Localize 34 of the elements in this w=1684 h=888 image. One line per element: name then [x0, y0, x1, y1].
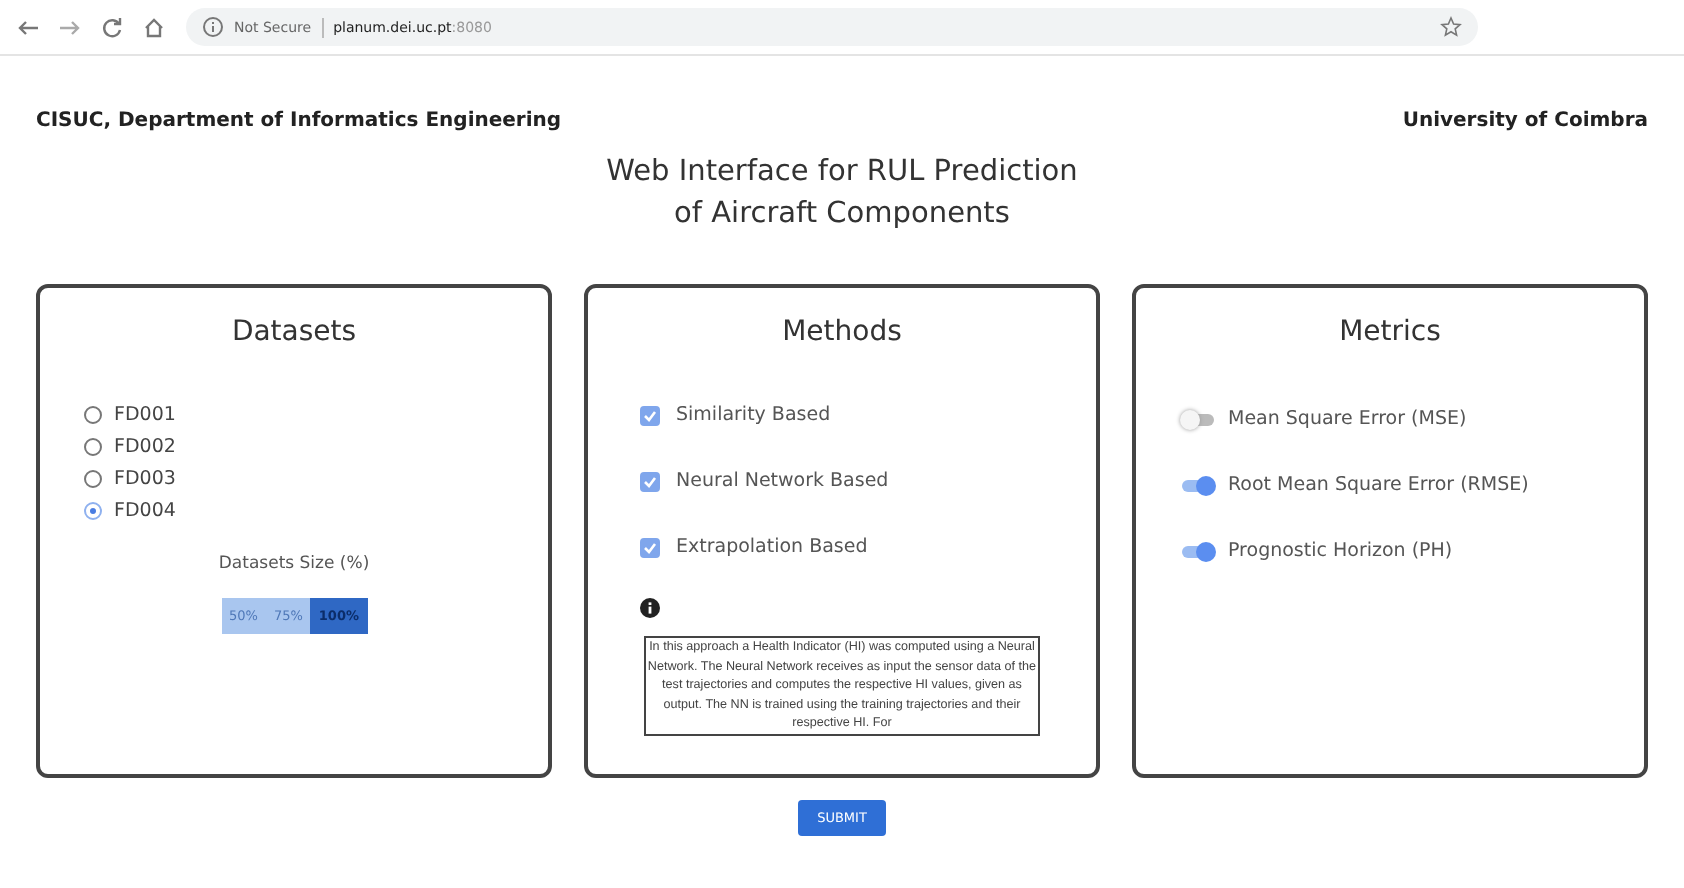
toggle-label: Prognostic Horizon (PH): [1228, 540, 1453, 562]
checkbox[interactable]: [640, 471, 660, 491]
toggle-switch[interactable]: [1180, 475, 1216, 495]
radio-button[interactable]: [84, 438, 102, 456]
star-icon[interactable]: [1440, 16, 1462, 38]
card-title: Methods: [780, 316, 904, 348]
card-title: Metrics: [1337, 316, 1443, 348]
checkbox-label: Neural Network Based: [676, 470, 889, 492]
radio-label: FD002: [114, 436, 176, 458]
organization-label: CISUC, Department of Informatics Engineering: [36, 110, 562, 132]
radio-label: FD001: [114, 404, 176, 426]
radio-button[interactable]: [84, 470, 102, 488]
checkbox[interactable]: [640, 405, 660, 425]
radio-button[interactable]: [84, 502, 102, 520]
radio-label: FD004: [114, 500, 176, 522]
radio-label: FD003: [114, 468, 176, 490]
toggle-label: Root Mean Square Error (RMSE): [1228, 474, 1529, 496]
home-icon[interactable]: [142, 15, 166, 39]
forward-icon[interactable]: [58, 15, 82, 39]
toggle-switch[interactable]: [1180, 541, 1216, 561]
info-icon: [202, 16, 224, 38]
size-label: Datasets Size (%): [216, 554, 372, 574]
checkbox-label: Extrapolation Based: [676, 536, 868, 558]
back-icon[interactable]: [16, 15, 40, 39]
info-icon[interactable]: [640, 598, 660, 618]
radio-button[interactable]: [84, 406, 102, 424]
card-title: Datasets: [229, 316, 359, 348]
reload-icon[interactable]: [100, 15, 124, 39]
toggle-switch[interactable]: [1180, 409, 1216, 429]
checkbox[interactable]: [640, 537, 660, 557]
page-title: Web Interface for RUL Prediction of Aircraft Components: [604, 154, 1080, 234]
university-label: University of Coimbra: [1402, 110, 1648, 132]
checkbox-label: Similarity Based: [676, 404, 831, 426]
toggle-label: Mean Square Error (MSE): [1228, 408, 1467, 430]
